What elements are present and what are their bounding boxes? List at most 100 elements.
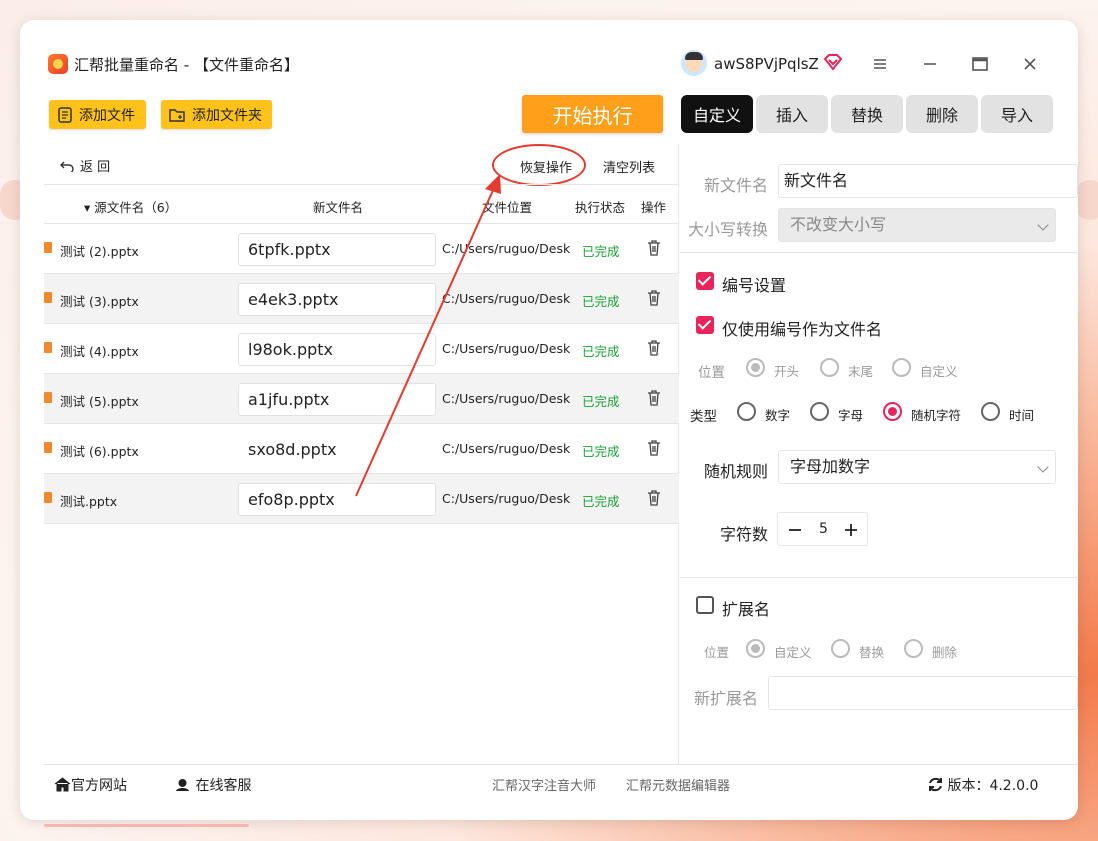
- ext-position-replace-radio[interactable]: [831, 639, 850, 658]
- table-row[interactable]: 测试 (3).pptx e4ek3.pptx C:/Users/ruguo/De…: [44, 274, 679, 324]
- header-status: 执行状态: [575, 200, 626, 215]
- position-start-radio[interactable]: [746, 358, 765, 377]
- tab-replace[interactable]: 替换: [831, 95, 903, 133]
- char-count-stepper: 5: [777, 512, 868, 546]
- tab-insert[interactable]: 插入: [756, 95, 828, 133]
- website-link[interactable]: 官方网站: [54, 775, 127, 795]
- minus-icon[interactable]: [788, 523, 802, 537]
- type-time-label: 时间: [1009, 408, 1035, 423]
- folder-add-icon: [169, 108, 185, 122]
- source-name: 测试.pptx: [60, 494, 118, 509]
- only-number-label: 仅使用编号作为文件名: [722, 320, 883, 339]
- app-title: 汇帮批量重命名 - 【文件重命名】: [74, 56, 299, 74]
- trash-icon[interactable]: [647, 440, 661, 456]
- header-action: 操作: [641, 200, 667, 215]
- pptx-file-icon: [44, 242, 52, 253]
- table-row[interactable]: 测试 (4).pptx l98ok.pptx C:/Users/ruguo/De…: [44, 324, 679, 374]
- extension-checkbox[interactable]: [696, 596, 714, 614]
- trash-icon[interactable]: [647, 240, 661, 256]
- new-name-input[interactable]: 6tpfk.pptx: [238, 233, 436, 266]
- headset-icon: [176, 779, 189, 791]
- minimize-icon[interactable]: [920, 54, 940, 74]
- position-custom-radio[interactable]: [892, 358, 911, 377]
- header-source[interactable]: ▾ 源文件名（6）: [84, 197, 177, 216]
- support-link[interactable]: 在线客服: [174, 775, 251, 795]
- avatar[interactable]: [681, 50, 707, 76]
- menu-icon[interactable]: [870, 54, 890, 74]
- position-end-radio[interactable]: [820, 358, 839, 377]
- type-time-radio[interactable]: [981, 402, 1000, 421]
- add-folder-button[interactable]: 添加文件夹: [161, 100, 272, 129]
- chevron-down-icon: [1037, 219, 1049, 231]
- type-letter-radio[interactable]: [810, 402, 829, 421]
- numbering-checkbox[interactable]: [696, 272, 714, 290]
- random-rule-select[interactable]: 字母加数字: [778, 450, 1056, 484]
- trash-icon[interactable]: [647, 290, 661, 306]
- source-name: 测试 (3).pptx: [60, 294, 139, 309]
- clear-list-button[interactable]: 清空列表: [603, 157, 655, 176]
- tab-import[interactable]: 导入: [981, 95, 1053, 133]
- type-random-label: 随机字符: [911, 408, 962, 423]
- new-name-input[interactable]: sxo8d.pptx: [238, 433, 436, 466]
- trash-icon[interactable]: [647, 390, 661, 406]
- table-row[interactable]: 测试 (6).pptx sxo8d.pptx C:/Users/ruguo/De…: [44, 424, 679, 474]
- trash-icon[interactable]: [647, 340, 661, 356]
- footer-link-metadata[interactable]: 汇帮元数据编辑器: [626, 775, 730, 794]
- status-badge: 已完成: [582, 344, 620, 359]
- only-number-checkbox[interactable]: [696, 316, 714, 334]
- source-name: 测试 (5).pptx: [60, 394, 139, 409]
- scroll-indicator: [44, 824, 249, 827]
- undo-button[interactable]: 返 回: [60, 156, 110, 175]
- file-location: C:/Users/ruguo/Desktop: [442, 291, 570, 306]
- new-name-field[interactable]: 新文件名: [778, 164, 1078, 198]
- background-decor: [1075, 180, 1098, 220]
- case-select[interactable]: 不改变大小写: [778, 208, 1056, 242]
- tab-bar: 自定义 插入 替换 删除 导入: [681, 95, 1053, 133]
- footer-link-pinyin[interactable]: 汇帮汉字注音大师: [492, 775, 596, 794]
- numbering-label: 编号设置: [722, 276, 787, 295]
- trash-icon[interactable]: [647, 490, 661, 506]
- new-name-input[interactable]: a1jfu.pptx: [238, 383, 436, 416]
- file-location: C:/Users/ruguo/Desktop: [442, 341, 570, 356]
- position-start-label: 开头: [774, 364, 800, 379]
- plus-icon[interactable]: [844, 523, 858, 537]
- pptx-file-icon: [44, 342, 52, 353]
- table-row[interactable]: 测试 (5).pptx a1jfu.pptx C:/Users/ruguo/De…: [44, 374, 679, 424]
- table-row[interactable]: 测试 (2).pptx 6tpfk.pptx C:/Users/ruguo/De…: [44, 224, 679, 274]
- status-badge: 已完成: [582, 494, 620, 509]
- add-file-button[interactable]: 添加文件: [49, 100, 146, 129]
- new-extension-field[interactable]: [768, 676, 1078, 710]
- restore-button[interactable]: 恢复操作: [520, 157, 572, 176]
- tab-delete[interactable]: 删除: [906, 95, 978, 133]
- ext-position-replace-label: 替换: [859, 645, 885, 660]
- maximize-icon[interactable]: [970, 54, 990, 74]
- close-icon[interactable]: [1020, 54, 1040, 74]
- tab-custom[interactable]: 自定义: [681, 95, 753, 133]
- new-name-input[interactable]: efo8p.pptx: [238, 483, 436, 516]
- char-count-value[interactable]: 5: [819, 521, 828, 537]
- version-info[interactable]: 版本：4.2.0.0: [928, 775, 1038, 795]
- type-random-radio[interactable]: [883, 402, 902, 421]
- ext-position-delete-label: 删除: [932, 645, 958, 660]
- random-rule-value: 字母加数字: [790, 457, 871, 476]
- status-badge: 已完成: [582, 294, 620, 309]
- home-icon: [54, 777, 71, 792]
- file-list-panel: 返 回 恢复操作 清空列表 ▾ 源文件名（6） 新文件名 文件位置 执行状态 操…: [44, 144, 679, 764]
- start-button[interactable]: 开始执行: [522, 95, 663, 133]
- footer: 官方网站 在线客服 汇帮汉字注音大师 汇帮元数据编辑器 版本：4.2.0.0: [44, 764, 1078, 800]
- add-file-label: 添加文件: [79, 107, 135, 124]
- title-bar: 汇帮批量重命名 - 【文件重命名】 awS8PVjPqlsZ: [20, 20, 1078, 100]
- type-number-radio[interactable]: [737, 402, 756, 421]
- ext-position-custom-radio[interactable]: [746, 639, 765, 658]
- file-list-icon: [58, 106, 72, 123]
- user-name[interactable]: awS8PVjPqlsZ: [714, 55, 819, 73]
- vip-diamond-icon[interactable]: [823, 53, 843, 71]
- extension-label: 扩展名: [722, 600, 771, 619]
- ext-position-delete-radio[interactable]: [904, 639, 923, 658]
- table-header: ▾ 源文件名（6） 新文件名 文件位置 执行状态 操作: [44, 184, 679, 224]
- ext-position-custom-label: 自定义: [774, 645, 812, 660]
- new-name-input[interactable]: l98ok.pptx: [238, 333, 436, 366]
- new-name-input[interactable]: e4ek3.pptx: [238, 283, 436, 316]
- table-row[interactable]: 测试.pptx efo8p.pptx C:/Users/ruguo/Deskto…: [44, 474, 679, 524]
- header-new-name: 新文件名: [313, 200, 364, 215]
